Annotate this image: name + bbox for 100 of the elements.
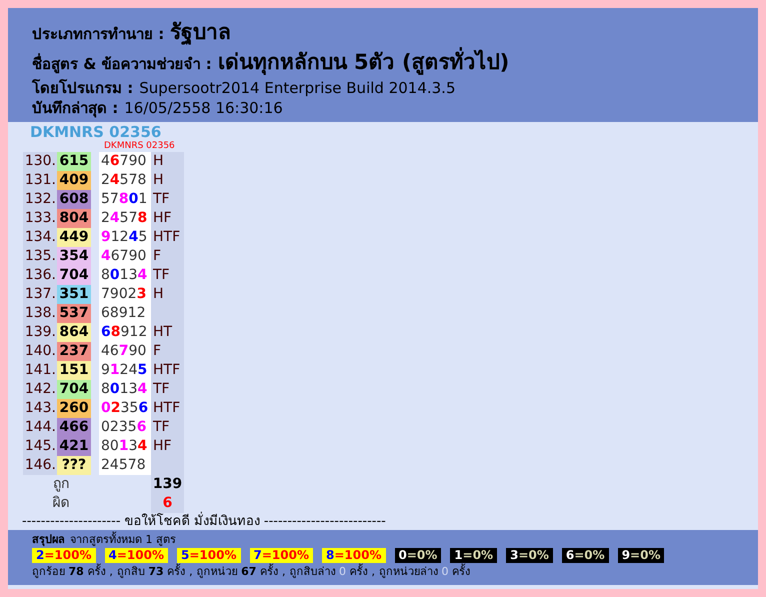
code-title: DKMNRS 02356 bbox=[29, 123, 162, 141]
digit-set: 46790 bbox=[99, 342, 151, 361]
digit-set: 80134 bbox=[99, 380, 151, 399]
hit-positions: H bbox=[151, 152, 184, 171]
predicted-number: 409 bbox=[57, 171, 91, 190]
row-number: 135. bbox=[23, 247, 57, 266]
digit-set: 80134 bbox=[99, 266, 151, 285]
digit-percent-badge: 2=100% bbox=[32, 548, 96, 563]
column-caption: DKMNRS 02356 bbox=[104, 141, 176, 152]
predicted-number: 615 bbox=[57, 152, 91, 171]
digit-set: 68912 bbox=[99, 304, 151, 323]
stat-text: ถูกสิบ 73 ครั้ง bbox=[116, 564, 186, 579]
predicted-number: 421 bbox=[57, 437, 91, 456]
hit-positions: H bbox=[151, 285, 184, 304]
hit-positions: TF bbox=[151, 190, 184, 209]
row-number: 134. bbox=[23, 228, 57, 247]
formula-name: เด่นทุกหลักบน 5ตัว (สูตรทั่วไป) bbox=[218, 48, 510, 76]
row-number: 139. bbox=[23, 323, 57, 342]
saved-label: บันทึกล่าสุด : bbox=[32, 98, 118, 118]
row-number: 146. bbox=[23, 456, 57, 475]
digit-set: 24578 bbox=[99, 456, 151, 475]
hit-positions: H bbox=[151, 171, 184, 190]
digit-set: 24578 bbox=[99, 209, 151, 228]
digit-set: 79023 bbox=[99, 285, 151, 304]
digit-set: 24578 bbox=[99, 171, 151, 190]
predicted-number: 354 bbox=[57, 247, 91, 266]
predicted-number: 260 bbox=[57, 399, 91, 418]
total-value: 6 bbox=[151, 494, 184, 513]
digit-percent-badge: 4=100% bbox=[104, 548, 168, 563]
digit-set: 91245 bbox=[99, 228, 151, 247]
row-number: 138. bbox=[23, 304, 57, 323]
stat-text: ถูกสิบล่าง 0 ครั้ง bbox=[289, 564, 368, 579]
stat-text: ถูกหน่วยล่าง 0 ครั้ง bbox=[378, 564, 470, 579]
predicted-number: 237 bbox=[57, 342, 91, 361]
blessing-text: --------------------- ขอให้โชคดี มั่งมีเงินทอง -------------------------- bbox=[8, 513, 758, 530]
hit-positions: TF bbox=[151, 418, 184, 437]
formula-label: ชื่อสูตร & ข้อความช่วยจำ : bbox=[32, 52, 212, 76]
row-number: 136. bbox=[23, 266, 57, 285]
digit-set: 68912 bbox=[99, 323, 151, 342]
hit-positions: HTF bbox=[151, 228, 184, 247]
predicted-number: 151 bbox=[57, 361, 91, 380]
digit-set: 02356 bbox=[99, 418, 151, 437]
predicted-number: 608 bbox=[57, 190, 91, 209]
predicted-number: ??? bbox=[57, 456, 91, 475]
hit-positions: HF bbox=[151, 437, 184, 456]
total-value: 139 bbox=[151, 475, 184, 494]
digit-percent-badge: 0=0% bbox=[394, 548, 442, 563]
hit-positions: F bbox=[151, 342, 184, 361]
row-number: 133. bbox=[23, 209, 57, 228]
separator: , bbox=[371, 564, 375, 579]
program-label: โดยโปรแกรม : bbox=[32, 78, 134, 98]
digit-percent-badge: 7=100% bbox=[250, 548, 313, 563]
hit-positions: HTF bbox=[151, 399, 184, 418]
row-number: 130. bbox=[23, 152, 57, 171]
hit-positions: TF bbox=[151, 380, 184, 399]
separator: , bbox=[282, 564, 286, 579]
row-number: 137. bbox=[23, 285, 57, 304]
row-number: 140. bbox=[23, 342, 57, 361]
hit-positions: F bbox=[151, 247, 184, 266]
saved-time: 16/05/2558 16:30:16 bbox=[124, 98, 283, 118]
digit-percent-badge: 8=100% bbox=[322, 548, 386, 563]
separator: , bbox=[189, 564, 193, 579]
digit-percent-badge: 5=100% bbox=[177, 548, 240, 563]
separator: , bbox=[109, 564, 113, 579]
row-number: 131. bbox=[23, 171, 57, 190]
digit-set: 46790 bbox=[99, 247, 151, 266]
row-number: 145. bbox=[23, 437, 57, 456]
predicted-number: 537 bbox=[57, 304, 91, 323]
predicted-number: 704 bbox=[57, 380, 91, 399]
hit-positions: HT bbox=[151, 323, 184, 342]
digit-percent-badge: 9=0% bbox=[618, 548, 664, 563]
predicted-number: 704 bbox=[57, 266, 91, 285]
hit-positions: HF bbox=[151, 209, 184, 228]
row-number: 143. bbox=[23, 399, 57, 418]
predicted-number: 449 bbox=[57, 228, 91, 247]
digit-set: 91245 bbox=[99, 361, 151, 380]
prediction-type-label: ประเภทการทำนาย : bbox=[32, 24, 164, 45]
total-label: ถูก bbox=[52, 475, 70, 494]
predicted-number: 804 bbox=[57, 209, 91, 228]
summary-subtitle: จากสูตรทั้งหมด 1 สูตร bbox=[70, 532, 176, 547]
row-number: 141. bbox=[23, 361, 57, 380]
predicted-number: 351 bbox=[57, 285, 91, 304]
stat-text: ถูกร้อย 78 ครั้ง bbox=[32, 564, 106, 579]
prediction-type-value: รัฐบาล bbox=[170, 19, 232, 46]
digit-set: 57801 bbox=[99, 190, 151, 209]
digit-percent-badge: 6=0% bbox=[562, 548, 609, 563]
row-number: 142. bbox=[23, 380, 57, 399]
summary-title: สรุปผล bbox=[32, 532, 65, 547]
row-number: 144. bbox=[23, 418, 57, 437]
predicted-number: 466 bbox=[57, 418, 91, 437]
digit-set: 80134 bbox=[99, 437, 151, 456]
digit-percent-badge: 1=0% bbox=[450, 548, 498, 563]
stat-text: ถูกหน่วย 67 ครั้ง bbox=[196, 564, 278, 579]
row-number: 132. bbox=[23, 190, 57, 209]
predicted-number: 864 bbox=[57, 323, 91, 342]
program-name: Supersootr2014 Enterprise Build 2014.3.5 bbox=[139, 78, 456, 98]
digit-set: 46790 bbox=[99, 152, 151, 171]
digit-percent-badge: 3=0% bbox=[506, 548, 553, 563]
hit-positions: HTF bbox=[151, 361, 184, 380]
hit-positions: TF bbox=[151, 266, 184, 285]
